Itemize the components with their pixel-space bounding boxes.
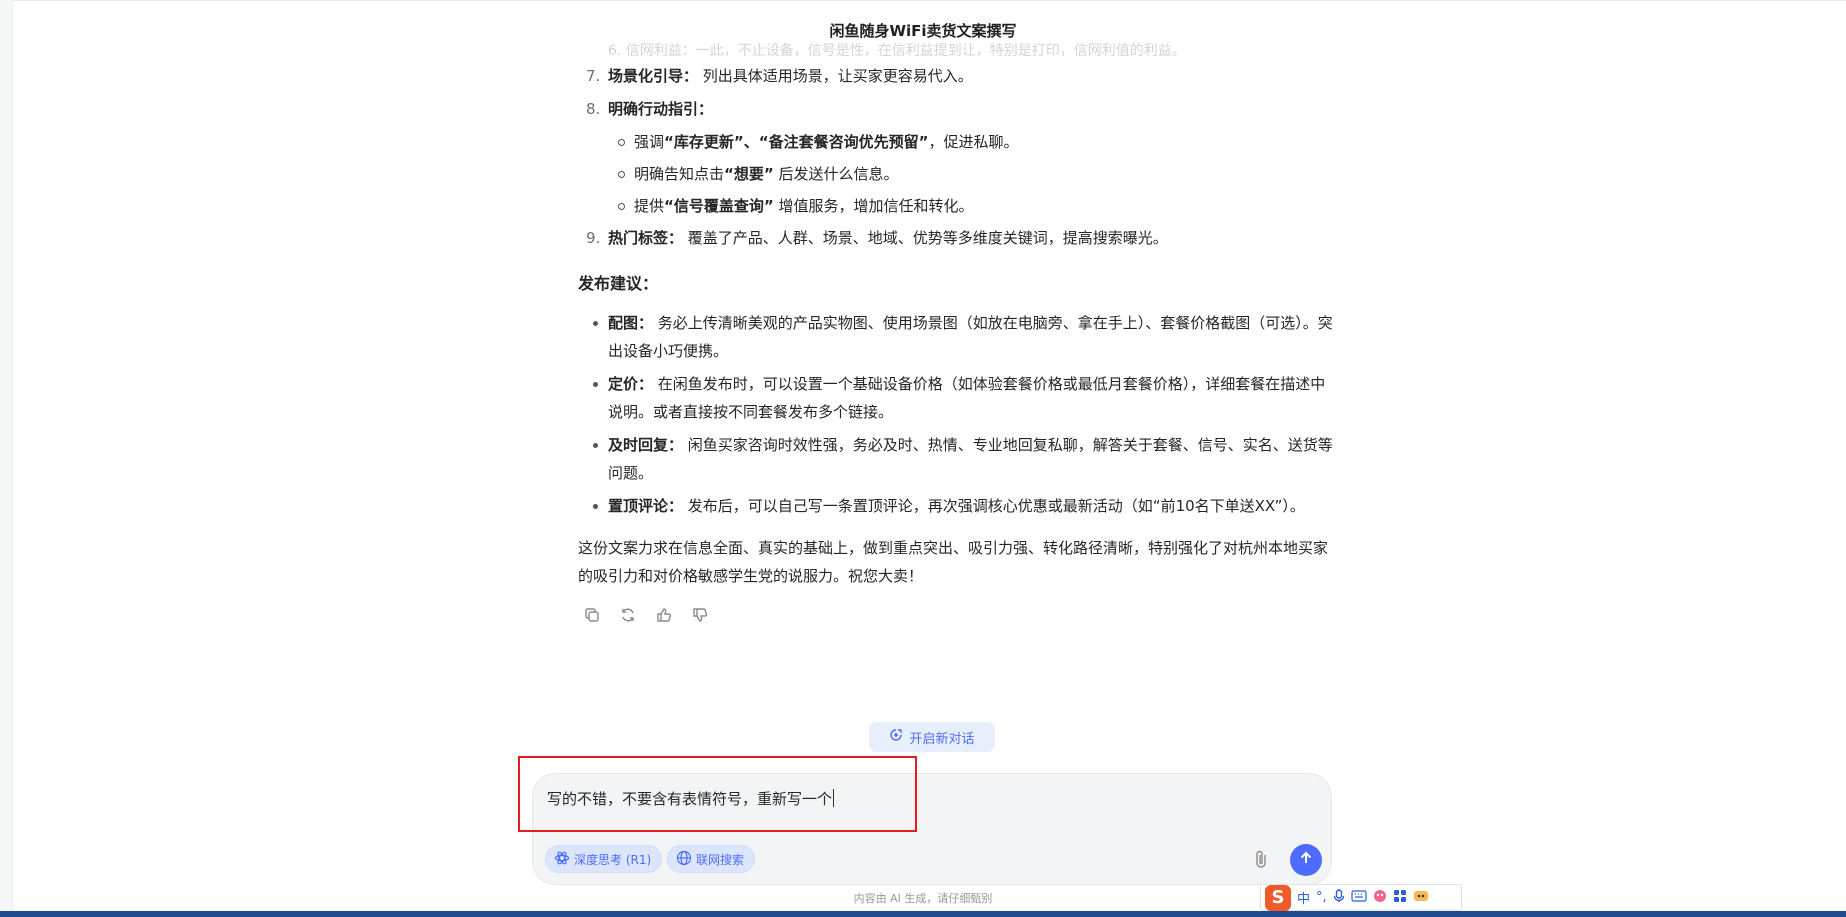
deep-think-label: 深度思考 (R1) bbox=[574, 852, 652, 867]
sub-prefix: 强调 bbox=[634, 133, 665, 151]
top-border bbox=[0, 0, 1846, 1]
sub-bold: “库存更新”、“备注套餐咨询优先预留” bbox=[664, 133, 929, 151]
faded-line: 6. 信网利益：一此，不止设备，信号是性，在信利益提到让，特别是打印，信网利值的… bbox=[608, 43, 1186, 59]
message-actions bbox=[578, 604, 1333, 626]
item-title: 配图： bbox=[608, 314, 654, 332]
thumbs-down-icon[interactable] bbox=[689, 604, 711, 626]
assistant-message: 6. 信网利益：一此，不止设备，信号是性，在信利益提到让，特别是打印，信网利值的… bbox=[578, 42, 1333, 626]
list-number: 8. bbox=[586, 100, 601, 118]
page-title: 闲鱼随身WiFi卖货文案撰写 bbox=[829, 22, 1017, 40]
web-search-label: 联网搜索 bbox=[696, 852, 745, 867]
ime-punct[interactable]: °, bbox=[1316, 890, 1327, 905]
sub-list: 强调“库存更新”、“备注套餐咨询优先预留”，促进私聊。 明确告知点击“想要” 后… bbox=[578, 126, 1333, 222]
sub-suffix: 后发送什么信息。 bbox=[773, 165, 899, 183]
sub-list-item: 提供“信号覆盖查询” 增值服务，增加信任和转化。 bbox=[578, 190, 1333, 222]
arrow-up-icon bbox=[1298, 850, 1314, 870]
list-item-8: 8. 明确行动指引： bbox=[578, 93, 1333, 126]
list-item-9: 9. 热门标签： 覆盖了产品、人群、场景、地域、优势等多维度关键词，提高搜索曝光… bbox=[578, 222, 1333, 255]
ime-toolbar[interactable]: S 中 °, bbox=[1260, 884, 1462, 911]
sidebar-edge bbox=[0, 0, 13, 917]
list-item-7: 7. 场景化引导： 列出具体适用场景，让买家更容易代入。 bbox=[578, 60, 1333, 93]
conclusion-text: 这份文案力求在信息全面、真实的基础上，做到重点突出、吸引力强、转化路径清晰，特别… bbox=[578, 539, 1329, 585]
sogou-logo-icon: S bbox=[1265, 884, 1291, 911]
globe-icon bbox=[676, 850, 692, 869]
publish-item: 配图： 务必上传清晰美观的产品实物图、使用场景图（如放在电脑旁、拿在手上）、套餐… bbox=[578, 309, 1333, 365]
item-title: 场景化引导： bbox=[608, 67, 699, 85]
regenerate-icon[interactable] bbox=[617, 604, 639, 626]
deep-think-toggle[interactable]: 深度思考 (R1) bbox=[545, 845, 663, 873]
sub-prefix: 提供 bbox=[634, 197, 665, 215]
sub-bold: “想要” bbox=[724, 165, 774, 183]
item-title: 热门标签： bbox=[608, 229, 684, 247]
item-text: 覆盖了产品、人群、场景、地域、优势等多维度关键词，提高搜索曝光。 bbox=[687, 229, 1168, 247]
item-title: 置顶评论： bbox=[608, 497, 684, 515]
item-title: 定价： bbox=[608, 375, 654, 393]
item-title: 及时回复： bbox=[608, 436, 684, 454]
list-number: 9. bbox=[586, 229, 601, 247]
item-text: 列出具体适用场景，让买家更容易代入。 bbox=[702, 67, 973, 85]
item-text: 在闲鱼发布时，可以设置一个基础设备价格（如体验套餐价格或最低月套餐价格），详细套… bbox=[608, 375, 1326, 421]
sub-suffix: ，促进私聊。 bbox=[928, 133, 1019, 151]
annotation-highlight-box bbox=[518, 756, 917, 832]
keyboard-icon[interactable] bbox=[1351, 889, 1367, 906]
publish-item: 置顶评论： 发布后，可以自己写一条置顶评论，再次强调核心优惠或最新活动（如“前1… bbox=[578, 492, 1333, 520]
new-chat-icon bbox=[889, 728, 903, 746]
mascot-icon[interactable] bbox=[1413, 889, 1429, 907]
new-chat-label: 开启新对话 bbox=[909, 731, 975, 747]
item-title: 明确行动指引： bbox=[608, 100, 714, 118]
skin-icon[interactable] bbox=[1373, 889, 1387, 907]
publish-heading: 发布建议： bbox=[578, 274, 659, 293]
sub-prefix: 明确告知点击 bbox=[634, 165, 725, 183]
sub-bold: “信号覆盖查询” bbox=[664, 197, 774, 215]
atom-icon bbox=[554, 850, 570, 869]
list-number: 7. bbox=[586, 67, 601, 85]
toolbox-icon[interactable] bbox=[1393, 889, 1407, 907]
thumbs-up-icon[interactable] bbox=[653, 604, 675, 626]
publish-item: 定价： 在闲鱼发布时，可以设置一个基础设备价格（如体验套餐价格或最低月套餐价格）… bbox=[578, 370, 1333, 426]
microphone-icon[interactable] bbox=[1333, 888, 1345, 907]
copy-icon[interactable] bbox=[581, 604, 603, 626]
ime-lang[interactable]: 中 bbox=[1297, 888, 1310, 907]
sub-list-item: 明确告知点击“想要” 后发送什么信息。 bbox=[578, 158, 1333, 190]
taskbar-strip bbox=[0, 911, 1846, 917]
send-button[interactable] bbox=[1290, 844, 1322, 876]
item-text: 闲鱼买家咨询时效性强，务必及时、热情、专业地回复私聊，解答关于套餐、信号、实名、… bbox=[608, 436, 1333, 482]
sub-suffix: 增值服务，增加信任和转化。 bbox=[773, 197, 974, 215]
web-search-toggle[interactable]: 联网搜索 bbox=[667, 845, 756, 873]
item-text: 务必上传清晰美观的产品实物图、使用场景图（如放在电脑旁、拿在手上）、套餐价格截图… bbox=[608, 314, 1333, 360]
sub-list-item: 强调“库存更新”、“备注套餐咨询优先预留”，促进私聊。 bbox=[578, 126, 1333, 158]
ai-disclaimer: 内容由 AI 生成，请仔细甄别 bbox=[853, 892, 993, 905]
paperclip-icon[interactable] bbox=[1249, 846, 1273, 872]
item-text: 发布后，可以自己写一条置顶评论，再次强调核心优惠或最新活动（如“前10名下单送X… bbox=[687, 497, 1305, 515]
publish-item: 及时回复： 闲鱼买家咨询时效性强，务必及时、热情、专业地回复私聊，解答关于套餐、… bbox=[578, 431, 1333, 487]
new-chat-button[interactable]: 开启新对话 bbox=[869, 722, 995, 752]
